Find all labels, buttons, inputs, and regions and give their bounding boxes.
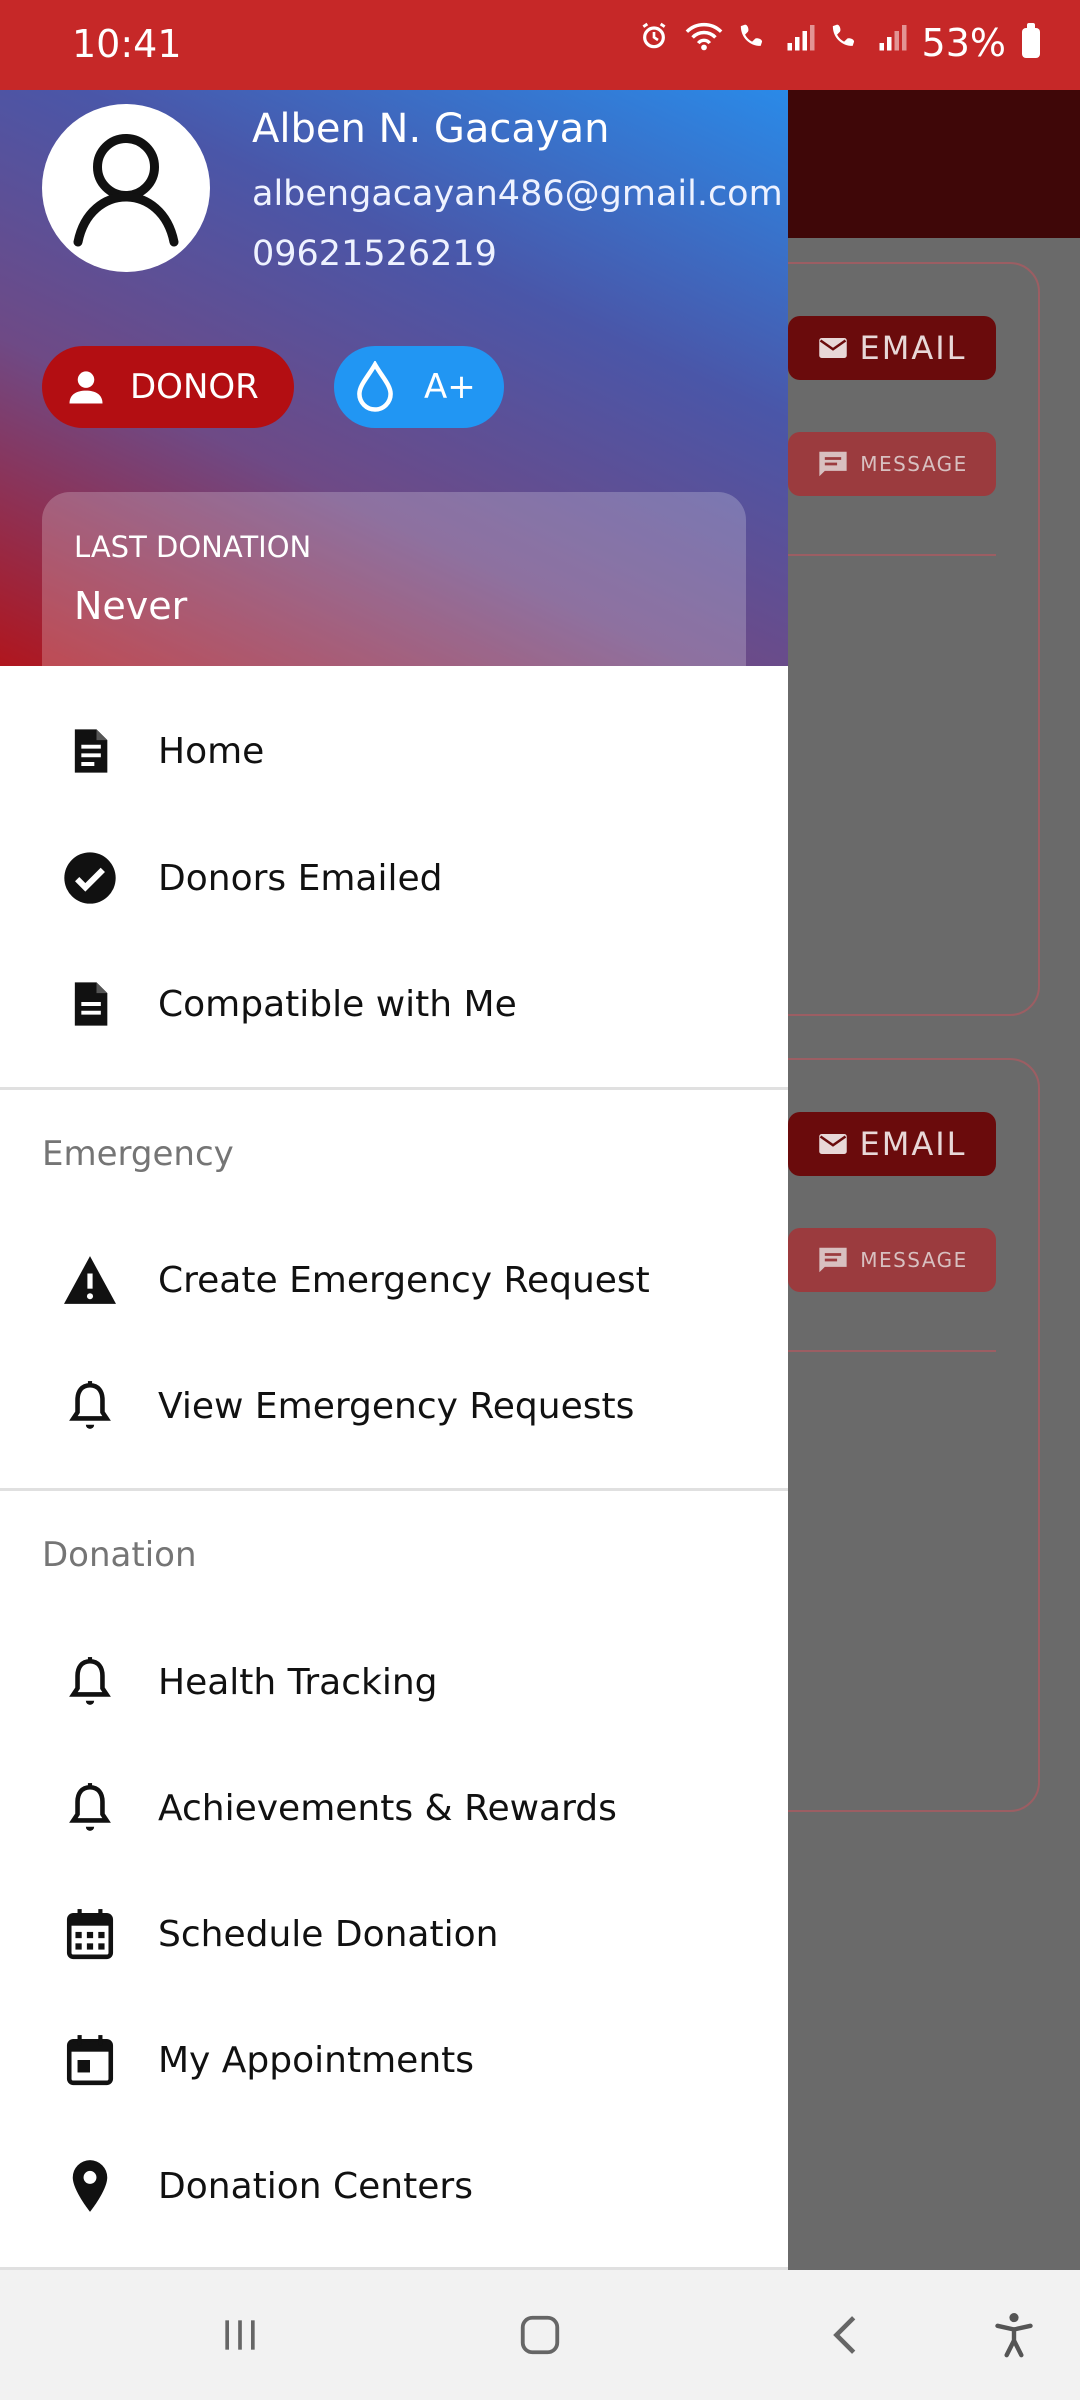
role-chip: DONOR [42,346,294,428]
chat-icon [819,1247,847,1273]
menu-item-achievements-rewards[interactable]: Achievements & Rewards [0,1748,788,1868]
user-email: albengacayan486@gmail.com [252,174,783,214]
status-time: 10:41 [72,22,182,66]
signal-icon [878,21,908,65]
wifi-call-icon [830,20,864,65]
user-phone: 09621526219 [252,234,497,274]
user-name: Alben N. Gacayan [252,106,610,152]
section-title-donation: Donation [42,1535,197,1575]
menu-item-label: Donors Emailed [158,857,443,899]
menu-item-label: My Appointments [158,2039,475,2081]
chat-icon [819,451,847,477]
blood-type-chip: A+ [334,346,504,428]
wifi-call-icon [738,20,772,65]
last-donation-card [42,492,746,666]
warning-icon [55,1254,125,1306]
battery-percentage: 53% [921,20,1006,65]
menu-item-my-appointments[interactable]: My Appointments [0,2000,788,2120]
menu-item-label: Home [158,730,265,772]
menu-item-donors-emailed[interactable]: Donors Emailed [0,818,788,938]
mail-icon [818,338,847,358]
menu-item-label: Create Emergency Request [158,1259,650,1301]
signal-icon [786,21,816,65]
message-button-label: MESSAGE [860,452,968,476]
menu-item-donation-centers[interactable]: Donation Centers [0,2126,788,2246]
bell-icon [55,1781,125,1835]
menu-item-label: Compatible with Me [158,983,517,1025]
recent-apps-icon[interactable] [200,2300,280,2370]
avatar[interactable] [42,104,210,272]
section-title-emergency: Emergency [42,1134,234,1174]
alarm-icon [638,20,670,65]
menu-item-label: Donation Centers [158,2165,473,2207]
divider [0,1087,788,1090]
menu-item-view-emergency-requests[interactable]: View Emergency Requests [0,1346,788,1466]
person-icon [73,134,179,247]
menu-item-label: View Emergency Requests [158,1385,635,1427]
description-icon [55,978,125,1030]
calendar-event-icon [55,2033,125,2087]
bell-icon [55,1379,125,1433]
email-button[interactable]: EMAIL [788,316,996,380]
card-divider [788,554,996,556]
message-button[interactable]: MESSAGE [788,432,996,496]
battery-icon [1022,22,1040,58]
back-icon[interactable] [806,2300,886,2370]
menu-item-health-tracking[interactable]: Health Tracking [0,1622,788,1742]
status-icons: 53% [638,20,1040,65]
menu-item-compatible-with-me[interactable]: Compatible with Me [0,944,788,1064]
home-icon[interactable] [500,2300,580,2370]
message-button[interactable]: MESSAGE [788,1228,996,1292]
email-button[interactable]: EMAIL [788,1112,996,1176]
card-divider [788,1350,996,1352]
message-button-label: MESSAGE [860,1248,968,1272]
menu-item-home[interactable]: Home [0,691,788,811]
document-icon [55,725,125,777]
email-button-label: EMAIL [859,329,967,367]
app-header [788,90,1080,238]
menu-item-label: Health Tracking [158,1661,438,1703]
mail-icon [818,1134,847,1154]
person-icon [69,371,103,404]
menu-item-label: Achievements & Rewards [158,1787,617,1829]
calendar-grid-icon [55,1907,125,1961]
menu-item-label: Schedule Donation [158,1913,499,1955]
location-pin-icon [55,2158,125,2214]
email-button-label: EMAIL [859,1125,967,1163]
blood-drop-icon [357,361,393,412]
menu-item-create-emergency-request[interactable]: Create Emergency Request [0,1220,788,1340]
menu-item-schedule-donation[interactable]: Schedule Donation [0,1874,788,1994]
bell-icon [55,1655,125,1709]
check-circle-icon [55,850,125,906]
accessibility-icon[interactable] [974,2300,1054,2370]
divider [0,1488,788,1491]
last-donation-label: LAST DONATION [74,530,312,564]
blood-type-label: A+ [424,367,476,407]
last-donation-value: Never [74,584,188,628]
role-chip-label: DONOR [130,367,259,407]
wifi-icon [684,20,724,65]
